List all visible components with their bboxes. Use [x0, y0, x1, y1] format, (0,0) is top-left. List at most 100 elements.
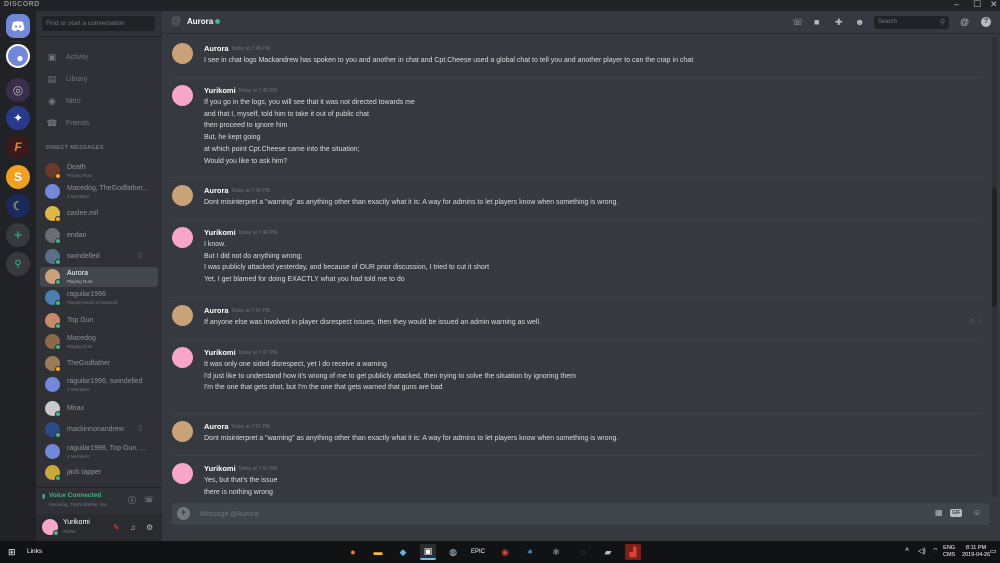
windows-start-icon[interactable]: ⊞: [8, 547, 16, 558]
avatar[interactable]: [172, 421, 193, 442]
status-dot: [55, 344, 61, 350]
message-author[interactable]: Yurikomi: [204, 348, 236, 357]
search-input[interactable]: Search ⚲: [874, 16, 949, 29]
video-call-icon[interactable]: ■: [814, 17, 819, 27]
info-icon[interactable]: ⓘ: [128, 495, 136, 506]
dm-item[interactable]: swindelled ▯: [40, 247, 158, 267]
dm-item[interactable]: caslee.mil: [40, 204, 158, 224]
app-icon[interactable]: ◌: [575, 544, 591, 560]
find-conversation-input[interactable]: Find or start a conversation: [42, 16, 155, 31]
scrollbar-thumb[interactable]: [992, 187, 997, 307]
message-author[interactable]: Aurora: [204, 44, 229, 53]
dm-item[interactable]: Macedog, TheGodfather... 3 Members: [40, 182, 158, 202]
emblem-icon: ◎: [12, 83, 24, 97]
user-icon: ●: [16, 51, 24, 65]
voice-call-icon[interactable]: ☏: [792, 17, 803, 28]
message-text: Yes, but that's the issue: [204, 477, 278, 484]
avatar[interactable]: [172, 227, 193, 248]
dm-item[interactable]: TheGodfather: [40, 354, 158, 374]
message-author[interactable]: Aurora: [204, 186, 229, 195]
battlenet-icon[interactable]: ✶: [522, 544, 538, 560]
home-button[interactable]: [6, 14, 30, 38]
dm-name: raguilar1996, Top Gun, ...: [67, 445, 146, 452]
message-actions-icon[interactable]: ☺ ⋮: [968, 317, 984, 325]
dm-item[interactable]: raguilar1996, swindelled 3 Members: [40, 375, 158, 395]
mentions-icon[interactable]: @: [960, 17, 969, 27]
upload-button[interactable]: +: [177, 507, 190, 520]
steam-icon[interactable]: ◍: [445, 544, 461, 560]
notifications-icon[interactable]: ▭: [990, 547, 997, 555]
server-icon-1[interactable]: ◎: [6, 78, 30, 102]
voice-status[interactable]: Voice Connected: [49, 492, 101, 499]
add-server-button[interactable]: +: [6, 223, 30, 247]
server-icon-4[interactable]: S: [6, 165, 30, 189]
disconnect-icon[interactable]: ☏: [144, 495, 154, 504]
message-text: I was publicly attacked yesterday, and b…: [204, 264, 490, 272]
app-icon[interactable]: ▰: [600, 544, 616, 560]
pin-icon[interactable]: ✚: [835, 17, 843, 28]
epic-games-icon[interactable]: EPIC: [470, 544, 486, 560]
message-body: Dont misinterpret a "warning" as anythin…: [204, 433, 618, 445]
nav-library[interactable]: ▤ Library: [42, 70, 156, 88]
maximize-button[interactable]: ☐: [973, 0, 981, 10]
dm-item[interactable]: Top Gun: [40, 311, 158, 331]
chevron-up-icon[interactable]: ˄: [905, 547, 909, 554]
volume-icon[interactable]: ◁): [918, 547, 926, 555]
mobile-icon: ▯: [138, 252, 142, 259]
dm-item[interactable]: endari: [40, 226, 158, 246]
nav-friends[interactable]: ☎ Friends: [42, 114, 156, 132]
close-button[interactable]: ✕: [990, 0, 998, 10]
add-friend-icon[interactable]: ☻: [855, 17, 864, 27]
dm-status-text: Playing World of Warcraft: [67, 300, 118, 305]
nav-nitro[interactable]: ◉ Nitro: [42, 92, 156, 110]
avatar[interactable]: [172, 305, 193, 326]
file-explorer-icon[interactable]: ▬: [370, 544, 386, 560]
dm-item[interactable]: jack tapper: [40, 463, 158, 483]
message-author[interactable]: Yurikomi: [204, 228, 236, 237]
dm-name: Top Gun: [67, 317, 94, 324]
help-icon[interactable]: ?: [981, 17, 991, 27]
dm-item[interactable]: raguilar1996, Top Gun, ... 4 Members: [40, 442, 158, 462]
avatar[interactable]: [172, 85, 193, 106]
dm-item[interactable]: mackinnonandrew ▯: [40, 420, 158, 440]
network-icon[interactable]: ⌔: [932, 547, 939, 556]
scrollbar[interactable]: [992, 37, 997, 497]
gift-icon[interactable]: ▦: [935, 508, 943, 517]
minimize-button[interactable]: –: [954, 0, 959, 9]
server-icon-2[interactable]: ✦: [6, 106, 30, 130]
dm-item[interactable]: raguilar1996 Playing World of Warcraft: [40, 288, 158, 308]
server-dm-avatar[interactable]: ●: [6, 44, 30, 68]
avatar[interactable]: [172, 43, 193, 64]
headphones-icon[interactable]: ♫: [130, 523, 136, 532]
nav-activity[interactable]: ▣ Activity: [42, 48, 156, 66]
message-input[interactable]: [200, 506, 900, 522]
message-author[interactable]: Aurora: [204, 306, 229, 315]
discord-taskbar-icon[interactable]: ▣: [420, 544, 436, 560]
clock[interactable]: 8:11 PM 2019-04-26: [962, 545, 990, 559]
app-icon[interactable]: ⚛: [548, 544, 564, 560]
dm-item[interactable]: Mirax: [40, 399, 158, 419]
server-icon-5[interactable]: ☾: [6, 194, 30, 218]
message-author[interactable]: Yurikomi: [204, 86, 236, 95]
gif-button[interactable]: GIF: [950, 509, 963, 517]
avatar[interactable]: [172, 185, 193, 206]
server-icon-3[interactable]: F: [6, 135, 30, 159]
avatar[interactable]: [172, 463, 193, 484]
avatar[interactable]: [172, 347, 193, 368]
gear-icon[interactable]: ⚙: [146, 523, 153, 532]
dm-item[interactable]: Aurora Playing Rust: [40, 267, 158, 287]
explore-servers-button[interactable]: ⚲: [6, 252, 30, 276]
message-divider: [172, 413, 982, 414]
message-author[interactable]: Aurora: [204, 422, 229, 431]
firefox-icon[interactable]: ●: [345, 544, 361, 560]
app-icon[interactable]: ▟: [625, 544, 641, 560]
emoji-icon[interactable]: ☺: [973, 508, 981, 517]
mute-icon[interactable]: ✎: [113, 523, 120, 532]
links-toolbar[interactable]: Links: [27, 548, 42, 555]
message-author[interactable]: Yurikomi: [204, 464, 236, 473]
language-indicator[interactable]: ENG CMS: [943, 545, 955, 559]
dm-item[interactable]: Macedog Playing Rust: [40, 332, 158, 352]
origin-icon[interactable]: ◉: [497, 544, 513, 560]
dm-item[interactable]: Death Playing Rust: [40, 161, 158, 181]
app-icon[interactable]: ◆: [395, 544, 411, 560]
